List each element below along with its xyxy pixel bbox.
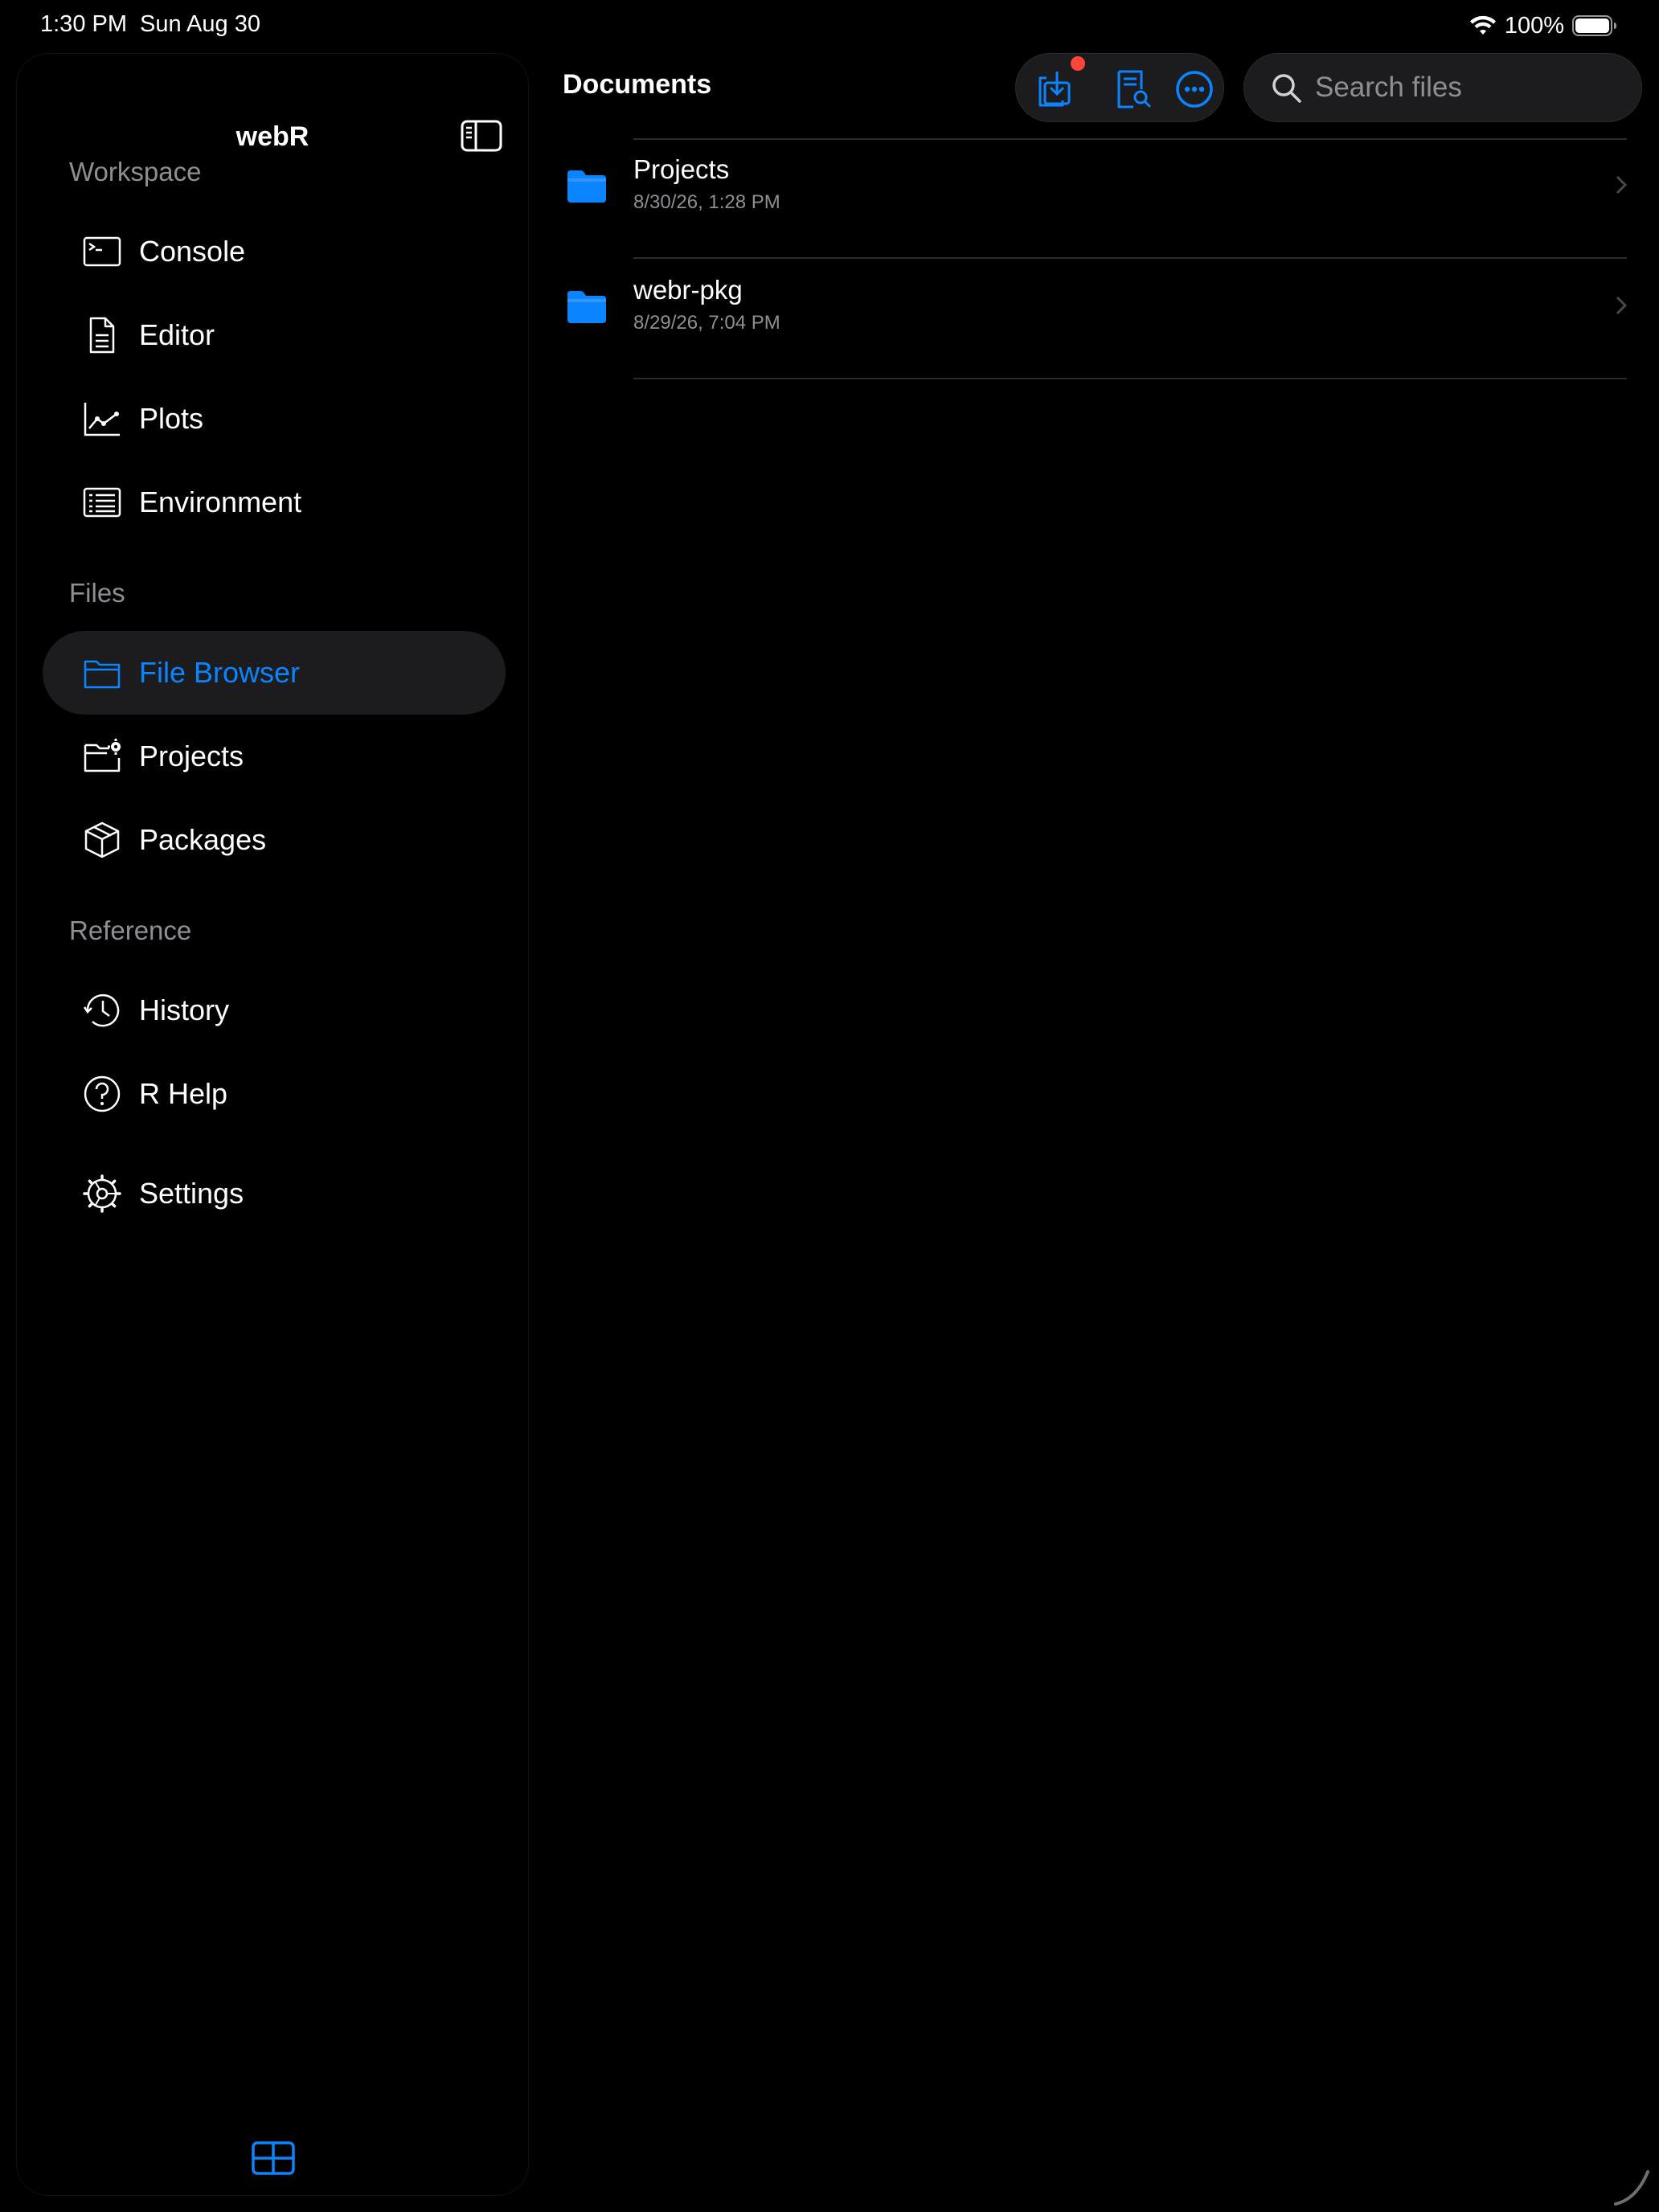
sidebar-item-packages[interactable]: Packages [43,798,506,882]
sidebar-item-label: R Help [139,1077,228,1110]
status-indicators: 100% [1469,11,1617,40]
gear-icon [83,1174,121,1213]
section-label-files: Files [69,578,125,608]
sidebar-item-plots[interactable]: Plots [43,377,506,461]
sidebar-item-label: Settings [139,1177,244,1210]
sidebar-item-file-browser[interactable]: File Browser [43,631,506,715]
history-clock-icon [83,993,120,1027]
terminal-icon [83,236,121,267]
chevron-right-icon [1616,175,1628,195]
section-label-workspace: Workspace [69,157,202,186]
sidebar-item-history[interactable]: History [43,969,506,1052]
document-search-icon[interactable] [1111,68,1153,110]
wifi-icon [1469,15,1496,35]
page-title: Documents [563,69,712,100]
sidebar-toggle-icon[interactable] [461,118,502,154]
chart-icon [84,403,120,436]
search-input[interactable] [1315,54,1620,121]
folder-icon [84,660,121,689]
sidebar-item-settings[interactable]: Settings [43,1152,506,1235]
folder-gear-icon [84,739,121,772]
file-date: 8/29/26, 7:04 PM [633,312,780,334]
search-icon [1272,74,1301,103]
file-row-webr-pkg[interactable]: webr-pkg 8/29/26, 7:04 PM [555,259,1640,379]
sidebar-item-label: Environment [139,485,302,518]
file-row-projects[interactable]: Projects 8/30/26, 1:28 PM [555,138,1640,259]
sidebar-item-label: Editor [139,318,215,351]
search-bar[interactable] [1243,53,1642,122]
package-box-icon [84,821,120,858]
more-ellipsis-icon[interactable] [1174,68,1215,110]
document-icon [89,317,115,354]
chevron-right-icon [1616,296,1628,315]
status-time: 1:30 PM [40,11,127,37]
file-date: 8/30/26, 1:28 PM [633,191,780,213]
list-icon [83,487,121,518]
sidebar-item-editor[interactable]: Editor [43,293,506,377]
sidebar-item-r-help[interactable]: R Help [43,1052,506,1136]
sidebar-item-label: File Browser [139,656,301,689]
sidebar-item-environment[interactable]: Environment [43,461,506,544]
battery-icon [1572,15,1616,36]
sidebar: webR Workspace Console Editor Plots Envi… [16,53,529,2196]
folder-icon [567,170,606,203]
file-name: Projects [633,154,730,184]
status-bar: 1:30 PM Sun Aug 30 100% [0,0,1659,51]
toolbar [1015,53,1224,122]
battery-percentage: 100% [1504,12,1564,39]
folder-icon [567,291,606,323]
sidebar-item-label: Plots [139,402,204,435]
resize-handle-icon[interactable] [1612,2167,1653,2207]
section-label-reference: Reference [69,916,192,945]
sidebar-item-label: Console [139,235,246,268]
file-name: webr-pkg [633,275,743,305]
question-circle-icon [84,1075,121,1112]
list-divider-bottom [633,378,1627,379]
sidebar-item-label: Packages [139,823,267,856]
grid-layout-icon[interactable] [252,2140,295,2176]
status-date: Sun Aug 30 [140,11,260,37]
sidebar-item-label: History [139,993,230,1026]
sidebar-item-label: Projects [139,739,244,772]
notification-badge [1071,56,1085,71]
sidebar-item-projects[interactable]: Projects [43,715,506,798]
sidebar-item-console[interactable]: Console [43,210,506,293]
import-icon[interactable] [1034,68,1075,110]
sidebar-title: webR [236,121,309,152]
